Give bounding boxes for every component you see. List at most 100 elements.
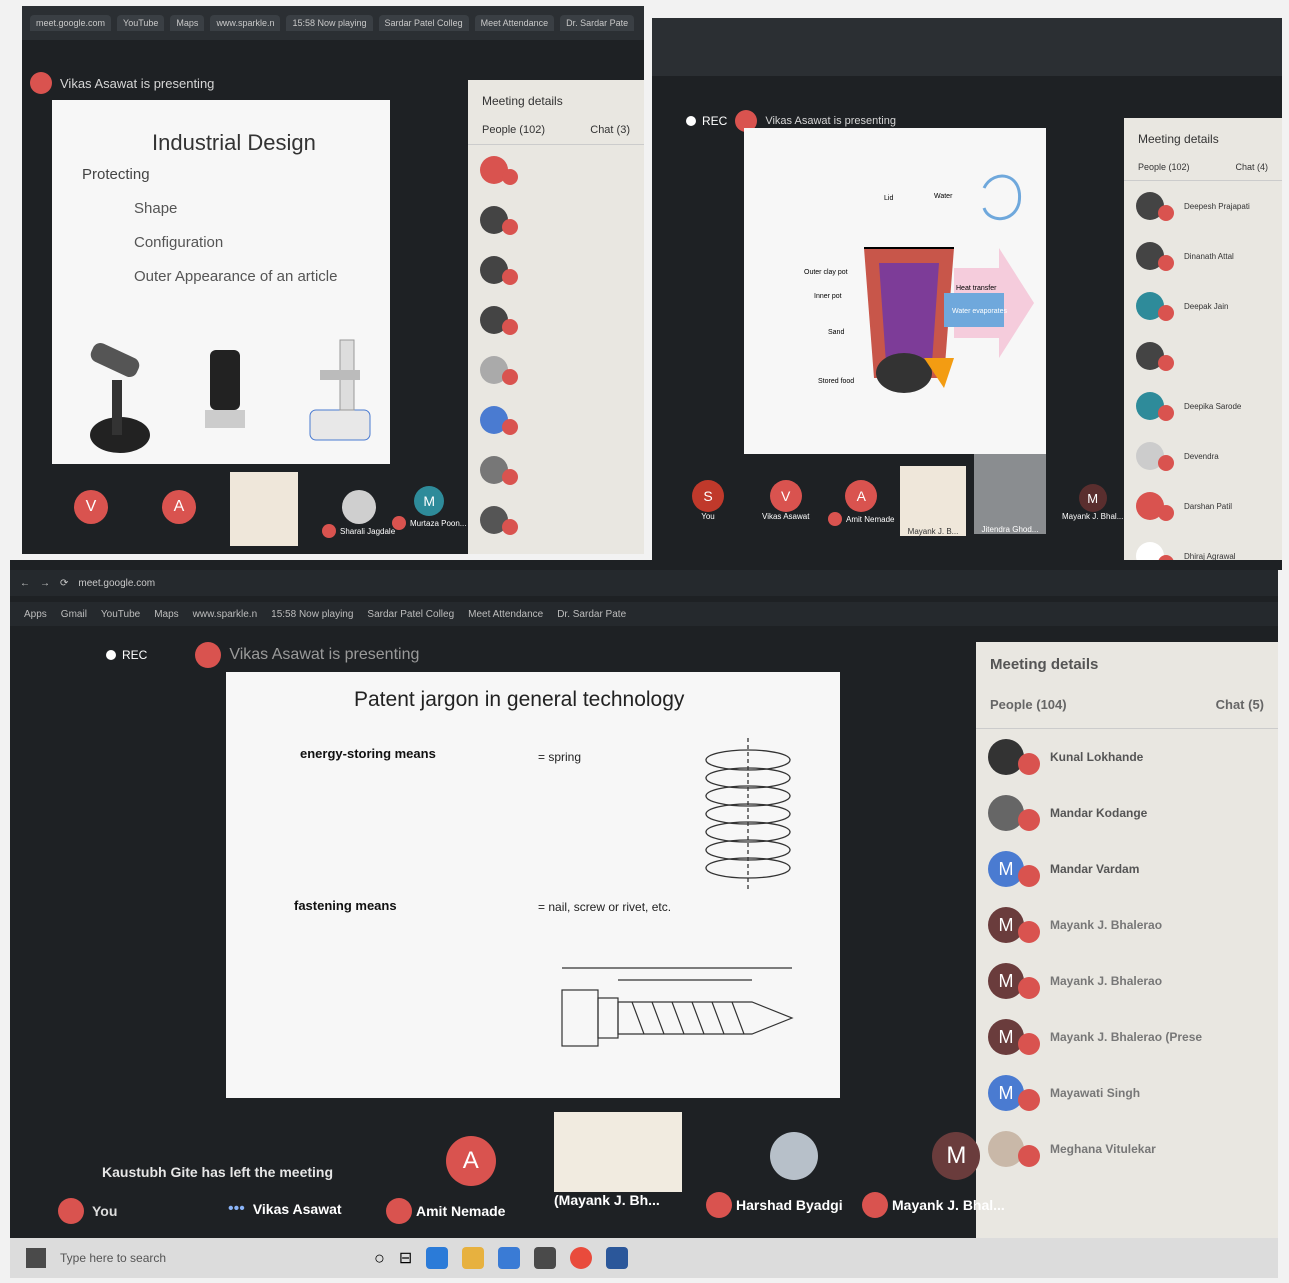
bookmark-now-playing[interactable]: 15:58 Now playing [271, 609, 353, 620]
diagram-label: Lid [884, 195, 893, 202]
word-icon[interactable] [606, 1247, 629, 1269]
participant-tile[interactable]: S You [692, 480, 724, 521]
chat-tab[interactable]: Chat (3) [590, 124, 630, 136]
participant-row[interactable]: Dhiraj Agrawal [1124, 531, 1282, 560]
bookmark-meet-attendance[interactable]: Meet Attendance [474, 15, 555, 31]
address-bar: ← → ⟳ meet.google.com [10, 570, 1278, 596]
bookmark-dr-sardar[interactable]: Dr. Sardar Pate [557, 609, 626, 620]
participant-tile[interactable]: Harshad Byadgi [706, 1132, 843, 1218]
taskbar-search-field[interactable]: Type here to search [60, 1251, 360, 1265]
participant-row[interactable] [468, 295, 644, 345]
participant-tile[interactable]: V [74, 490, 108, 524]
meeting-details-panel: Meeting details People (102) Chat (4) De… [1124, 118, 1282, 560]
bookmark-sardar-patel[interactable]: Sardar Patel Colleg [378, 15, 469, 31]
bookmark-sparkle[interactable]: www.sparkle.n [210, 15, 281, 31]
bookmark-youtube[interactable]: YouTube [101, 609, 140, 620]
chat-tab[interactable]: Chat (4) [1235, 162, 1268, 172]
avatar [341, 490, 376, 524]
participant-tile[interactable]: A Amit Nemade [828, 480, 894, 526]
participant-row[interactable] [468, 145, 644, 195]
participant-row[interactable]: Deepesh Prajapati [1124, 181, 1282, 231]
participant-row[interactable]: Dinanath Attal [1124, 231, 1282, 281]
mic-off-icon [1018, 1145, 1040, 1167]
bookmark-gmail[interactable]: Gmail [61, 609, 87, 620]
participant-tile[interactable]: V Vikas Asawat [762, 480, 809, 521]
diagram-label: Water evaporates [952, 308, 1007, 315]
participant-tile-thumbnail[interactable]: Mayank J. B... [900, 466, 966, 536]
chat-tab[interactable]: Chat (5) [1216, 697, 1264, 712]
participant-row[interactable]: Devendra [1124, 431, 1282, 481]
meeting-details-title: Meeting details [482, 94, 563, 108]
participant-tile[interactable]: M Mayank J. Bhal... [862, 1132, 1005, 1218]
mail-icon[interactable] [498, 1247, 521, 1269]
people-tab[interactable]: People (102) [482, 124, 545, 136]
participant-tile[interactable]: A Amit Nemade [386, 1136, 505, 1224]
edge-icon[interactable] [426, 1247, 449, 1269]
participant-row[interactable] [468, 345, 644, 395]
rec-indicator: REC [686, 114, 727, 128]
browser-tab[interactable]: meet.google.com [30, 15, 112, 31]
slide-title: Patent jargon in general technology [354, 688, 685, 711]
participant-tile[interactable]: ••• Vikas Asawat [228, 1200, 342, 1218]
avatar [770, 1132, 819, 1180]
mic-off-icon [1158, 355, 1174, 371]
bookmark-sparkle[interactable]: www.sparkle.n [193, 609, 257, 620]
mic-off-icon [1158, 305, 1174, 321]
participant-row[interactable] [468, 245, 644, 295]
bookmark-youtube[interactable]: YouTube [117, 15, 165, 31]
shared-slide: Lid Water Outer clay pot Inner pot Sand … [744, 128, 1046, 454]
bookmark-maps[interactable]: Maps [170, 15, 205, 31]
participant-row[interactable]: Darshan Patil [1124, 481, 1282, 531]
file-explorer-icon[interactable] [462, 1247, 485, 1269]
participant-row[interactable]: M Mayank J. Bhalerao (Prese [976, 1009, 1278, 1065]
bookmark-dr-sardar[interactable]: Dr. Sardar Pate [560, 15, 635, 31]
bookmark-sardar-patel[interactable]: Sardar Patel Colleg [367, 609, 454, 620]
reload-icon[interactable]: ⟳ [60, 578, 68, 589]
participant-tile[interactable]: M Murtaza Poon... [392, 486, 466, 530]
bookmark-apps[interactable]: Apps [24, 609, 47, 620]
participant-tile-thumbnail[interactable]: (Mayank J. Bh... [554, 1112, 682, 1208]
participant-tile[interactable]: M Mayank J. Bhal... [1062, 484, 1123, 521]
forward-icon[interactable]: → [40, 578, 50, 589]
people-tab[interactable]: People (104) [990, 697, 1067, 712]
participant-row[interactable] [468, 195, 644, 245]
mic-off-icon [322, 524, 336, 538]
participant-tile-video[interactable]: Jitendra Ghod... [974, 454, 1046, 534]
presenting-text: Vikas Asawat is presenting [765, 115, 896, 127]
participant-row[interactable]: M Mayank J. Bhalerao [976, 953, 1278, 1009]
slide-line: Protecting [82, 166, 150, 183]
participant-tile[interactable]: A [162, 490, 196, 524]
presenter-avatar [195, 642, 222, 668]
participant-row[interactable]: Mandar Kodange [976, 785, 1278, 841]
participant-row[interactable]: Kunal Lokhande [976, 729, 1278, 785]
participant-row[interactable]: Deepak Jain [1124, 281, 1282, 331]
participant-tile[interactable]: You [58, 1198, 117, 1224]
chrome-icon[interactable] [570, 1247, 593, 1269]
slide-term: fastening means [294, 898, 397, 913]
people-tab[interactable]: People (102) [1138, 162, 1190, 172]
participant-tile[interactable]: Sharali Jagdale [322, 490, 395, 538]
task-view-icon[interactable]: ⊟ [399, 1248, 412, 1268]
notification-toast: Kaustubh Gite has left the meeting [102, 1164, 334, 1180]
participant-row[interactable]: Meghana Vitulekar [976, 1121, 1278, 1177]
mic-off-icon [1018, 753, 1040, 775]
back-icon[interactable]: ← [20, 578, 30, 589]
participant-row[interactable]: M Mandar Vardam [976, 841, 1278, 897]
participant-row[interactable]: M Mayawati Singh [976, 1065, 1278, 1121]
participant-row[interactable]: M Mayank J. Bhalerao [976, 897, 1278, 953]
bookmark-meet-attendance[interactable]: Meet Attendance [468, 609, 543, 620]
participant-row[interactable] [468, 445, 644, 495]
participant-tile-thumbnail[interactable] [230, 472, 298, 546]
diagram-label: Water [934, 193, 953, 200]
slide-line: Outer Appearance of an article [134, 268, 338, 285]
bookmark-now-playing[interactable]: 15:58 Now playing [286, 15, 373, 31]
participant-row[interactable]: Deepika Sarode [1124, 381, 1282, 431]
participant-row[interactable] [468, 495, 644, 545]
windows-start-icon[interactable] [26, 1248, 46, 1268]
store-icon[interactable] [534, 1247, 557, 1269]
bookmark-maps[interactable]: Maps [154, 609, 178, 620]
participant-row[interactable] [468, 395, 644, 445]
cortana-icon[interactable]: ○ [374, 1248, 385, 1269]
url-text[interactable]: meet.google.com [78, 578, 155, 589]
participant-row[interactable] [1124, 331, 1282, 381]
